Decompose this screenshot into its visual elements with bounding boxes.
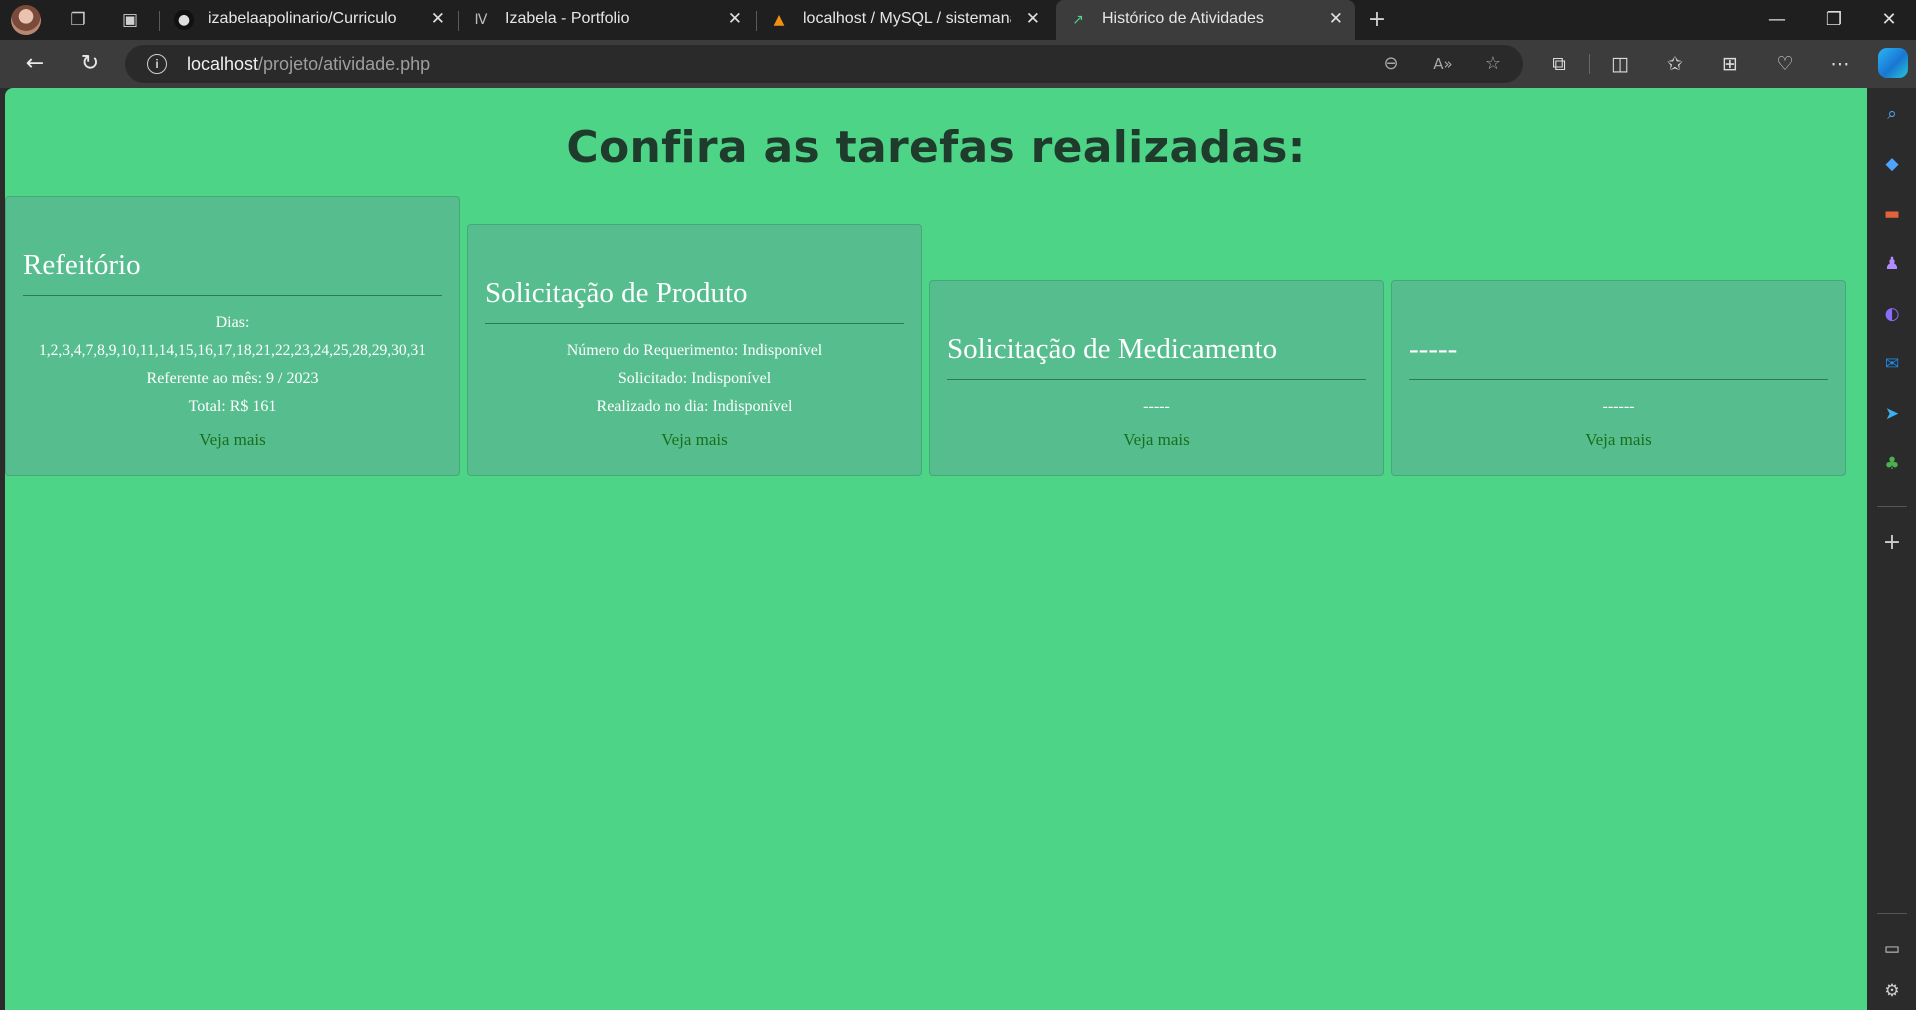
close-tab-icon[interactable]: ✕ xyxy=(728,9,742,29)
extensions-icon[interactable]: ⧉ xyxy=(1547,52,1571,76)
card-line: Realizado no dia: Indisponível xyxy=(596,398,793,415)
tab-title: localhost / MySQL / sistemanacj xyxy=(803,10,1011,27)
card-line: Dias: xyxy=(215,314,250,331)
split-screen-icon[interactable]: ◫ xyxy=(1608,52,1632,76)
card-placeholder: ----- ------ Veja mais xyxy=(1391,280,1846,476)
hide-sidebar-icon[interactable]: ▭ xyxy=(1879,936,1905,962)
search-icon[interactable]: ⌕ xyxy=(1879,101,1905,127)
settings-gear-icon[interactable]: ⚙ xyxy=(1879,978,1905,1004)
card-refeitorio: Refeitório Dias: 1,2,3,4,7,8,9,10,11,14,… xyxy=(5,196,460,476)
zoom-icon[interactable]: ⊖ xyxy=(1380,53,1402,75)
sidebar-separator xyxy=(1877,913,1907,914)
see-more-link[interactable]: Veja mais xyxy=(1392,430,1845,450)
close-tab-icon[interactable]: ✕ xyxy=(1329,9,1343,29)
url-host: localhost xyxy=(187,54,259,74)
tab-title: Izabela - Portfolio xyxy=(505,10,630,27)
portfolio-icon: Ⅳ xyxy=(474,12,488,28)
tab-bar: ❐ ▣ ● izabelaapolinario/Curriculo ✕ Ⅳ Iz… xyxy=(0,0,1916,40)
see-more-link[interactable]: Veja mais xyxy=(930,430,1383,450)
tab-phpmyadmin[interactable]: ▲ localhost / MySQL / sistemanacj ✕ xyxy=(757,0,1052,40)
sidebar-separator xyxy=(1877,506,1907,507)
favorites-icon[interactable]: ✩ xyxy=(1663,52,1687,76)
site-info-icon[interactable]: i xyxy=(147,54,167,74)
card-line: Referente ao mês: 9 / 2023 xyxy=(146,370,319,387)
tab-portfolio[interactable]: Ⅳ Izabela - Portfolio ✕ xyxy=(459,0,754,40)
browser-essentials-icon[interactable]: ♡ xyxy=(1773,52,1797,76)
refresh-icon[interactable]: ↻ xyxy=(77,51,103,77)
github-icon: ● xyxy=(174,10,194,30)
card-line: Solicitado: Indisponível xyxy=(617,370,772,387)
close-tab-icon[interactable]: ✕ xyxy=(1026,9,1040,29)
back-icon[interactable]: ← xyxy=(22,51,48,77)
browser-toolbar: ← ↻ i localhost/projeto/atividade.php ⊖ … xyxy=(0,40,1916,88)
profile-avatar[interactable] xyxy=(11,5,41,35)
tab-title: Histórico de Atividades xyxy=(1102,10,1264,27)
card-line: Número do Requerimento: Indisponível xyxy=(566,342,823,359)
card-solicitacao-medicamento: Solicitação de Medicamento ----- Veja ma… xyxy=(929,280,1384,476)
shopping-tag-icon[interactable]: ◆ xyxy=(1879,151,1905,177)
edge-sidebar: ⌕ ◆ ▬ ♟ ◐ ✉ ➤ ♣ + ▭ ⚙ xyxy=(1867,88,1916,1010)
card-title: Solicitação de Produto xyxy=(485,277,748,309)
collections-icon[interactable]: ⊞ xyxy=(1718,52,1742,76)
tab-title: izabelaapolinario/Curriculo xyxy=(208,10,397,27)
card-line: Total: R$ 161 xyxy=(188,398,277,415)
card-title: Refeitório xyxy=(23,249,141,281)
card-title: Solicitação de Medicamento xyxy=(947,333,1278,365)
chart-icon: ↗ xyxy=(1072,12,1084,28)
card-line: ----- xyxy=(1143,398,1170,415)
card-divider xyxy=(485,323,904,324)
microsoft365-icon[interactable]: ◐ xyxy=(1879,301,1905,327)
card-solicitacao-produto: Solicitação de Produto Número do Requeri… xyxy=(467,224,922,476)
minimize-icon[interactable]: — xyxy=(1754,6,1800,34)
more-menu-icon[interactable]: ⋯ xyxy=(1828,52,1852,76)
close-tab-icon[interactable]: ✕ xyxy=(431,9,445,29)
tab-separator xyxy=(159,11,160,31)
copilot-icon[interactable] xyxy=(1878,48,1908,78)
see-more-link[interactable]: Veja mais xyxy=(468,430,921,450)
phpmyadmin-icon: ▲ xyxy=(773,12,785,28)
url-text[interactable]: localhost/projeto/atividade.php xyxy=(187,54,430,75)
workspaces-icon[interactable]: ❐ xyxy=(67,9,89,31)
tools-icon[interactable]: ▬ xyxy=(1879,201,1905,227)
see-more-link[interactable]: Veja mais xyxy=(6,430,459,450)
address-bar[interactable]: i localhost/projeto/atividade.php ⊖ A» ☆ xyxy=(125,45,1523,83)
toolbar-separator xyxy=(1589,54,1590,74)
card-line: ------ xyxy=(1602,398,1635,415)
tree-icon[interactable]: ♣ xyxy=(1879,451,1905,477)
restore-icon[interactable]: ❐ xyxy=(1811,6,1857,34)
page-viewport: Confira as tarefas realizadas: Refeitóri… xyxy=(5,88,1867,1010)
send-icon[interactable]: ➤ xyxy=(1879,401,1905,427)
outlook-icon[interactable]: ✉ xyxy=(1879,351,1905,377)
games-icon[interactable]: ♟ xyxy=(1879,251,1905,277)
close-window-icon[interactable]: ✕ xyxy=(1866,6,1912,34)
favorite-star-icon[interactable]: ☆ xyxy=(1482,53,1504,75)
card-divider xyxy=(1409,379,1828,380)
tab-actions-icon[interactable]: ▣ xyxy=(119,9,141,31)
new-tab-icon[interactable]: + xyxy=(1366,9,1388,31)
url-path: /projeto/atividade.php xyxy=(258,54,431,74)
tab-historico[interactable]: ↗ Histórico de Atividades ✕ xyxy=(1056,0,1355,40)
card-title: ----- xyxy=(1409,333,1458,365)
tab-curriculo[interactable]: ● izabelaapolinario/Curriculo ✕ xyxy=(162,0,457,40)
page-title: Confira as tarefas realizadas: xyxy=(566,122,1306,173)
read-aloud-icon[interactable]: A» xyxy=(1432,53,1454,75)
card-line: 1,2,3,4,7,8,9,10,11,14,15,16,17,18,21,22… xyxy=(39,342,426,359)
card-divider xyxy=(947,379,1366,380)
card-divider xyxy=(23,295,442,296)
add-icon[interactable]: + xyxy=(1879,530,1905,556)
